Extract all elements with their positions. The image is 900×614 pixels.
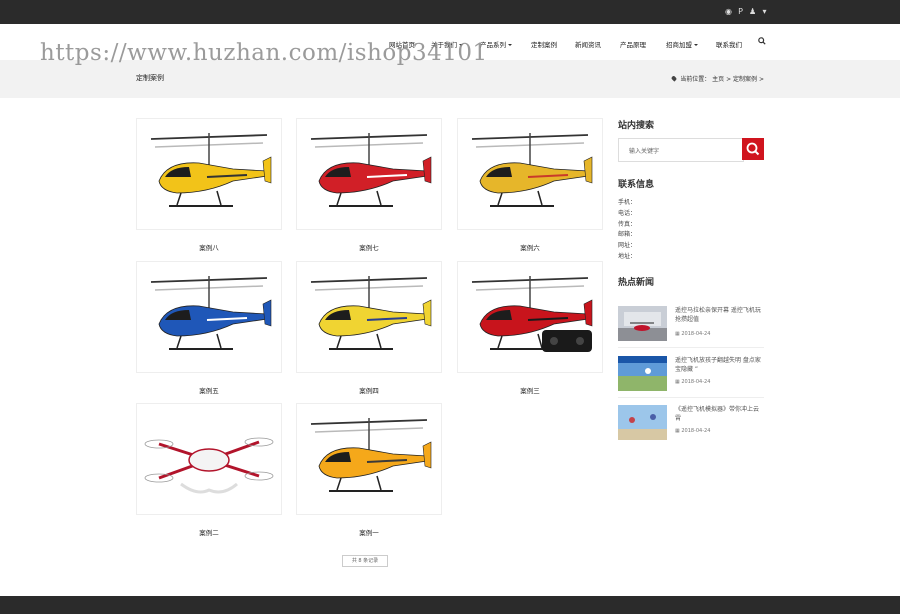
- nav-item-news[interactable]: 新闻资讯: [575, 39, 601, 49]
- case-image[interactable]: [136, 403, 282, 515]
- helicopter-image: [471, 133, 593, 207]
- top-bar: ◉ P ♟ ▾: [0, 0, 900, 24]
- helicopter-image: [310, 418, 432, 492]
- case-image[interactable]: [296, 403, 442, 515]
- case-card[interactable]: 案例四: [296, 261, 442, 395]
- news-date-text: 2018-04-24: [681, 379, 711, 385]
- contact-website: 网址：: [618, 242, 637, 250]
- case-title[interactable]: 案例二: [136, 527, 282, 537]
- paypal-icon[interactable]: P: [737, 7, 744, 16]
- news-item[interactable]: 遥控飞机放孩子翻越失明 盘点家宝隐藏 ” ▦ 2018-04-24: [618, 356, 764, 400]
- helicopter-image: [150, 133, 272, 207]
- news-item-title[interactable]: 《遥控飞机模拟器》带你冲上云霄: [675, 405, 763, 423]
- case-image[interactable]: [457, 261, 603, 373]
- search-input[interactable]: 输入关键字: [618, 138, 744, 162]
- case-title[interactable]: 案例四: [296, 385, 442, 395]
- news-item[interactable]: 遥控马拉松亲保开幕 遥控飞机玩抢攒超值 ▦ 2018-04-24: [618, 306, 764, 350]
- case-title[interactable]: 案例七: [296, 242, 442, 252]
- case-card[interactable]: 案例七: [296, 118, 442, 252]
- search-button[interactable]: [742, 138, 764, 160]
- news-thumbnail: [618, 356, 667, 391]
- drone-image: [144, 437, 274, 494]
- news-date-text: 2018-04-24: [681, 331, 711, 337]
- nav-item-label: 联系我们: [716, 41, 742, 49]
- news-item[interactable]: 《遥控飞机模拟器》带你冲上云霄 ▦ 2018-04-24: [618, 405, 764, 449]
- divider: [618, 347, 764, 348]
- case-title[interactable]: 案例八: [136, 242, 282, 252]
- case-image[interactable]: [296, 118, 442, 230]
- cart-icon[interactable]: ▾: [761, 7, 768, 16]
- location-pin-icon: [671, 75, 678, 82]
- case-image[interactable]: [296, 261, 442, 373]
- divider: [618, 397, 764, 398]
- case-title[interactable]: 案例一: [296, 527, 442, 537]
- case-title[interactable]: 案例六: [457, 242, 603, 252]
- breadcrumb-home-link[interactable]: 主页: [712, 76, 724, 83]
- news-item-date: ▦ 2018-04-24: [675, 331, 711, 337]
- search-icon[interactable]: [758, 37, 766, 47]
- nav-item-cases[interactable]: 定制案例: [531, 39, 557, 49]
- nav-item-contact[interactable]: 联系我们: [716, 39, 742, 49]
- case-card[interactable]: 案例二: [136, 403, 282, 537]
- nav-item-franchise[interactable]: 招商加盟: [666, 39, 698, 49]
- contact-fax: 传真：: [618, 220, 637, 228]
- breadcrumb-prefix: 当前位置：: [680, 76, 711, 83]
- page-title: 定制案例: [136, 74, 164, 82]
- nav-item-principle[interactable]: 产品原理: [620, 39, 646, 49]
- news-section: 热点新闻: [618, 275, 654, 288]
- helicopter-image: [471, 276, 593, 352]
- case-card[interactable]: 案例一: [296, 403, 442, 537]
- nav-item-label: 定制案例: [531, 41, 557, 49]
- watermark: https://www.huzhan.com/ishop34101: [40, 40, 488, 66]
- footer-bar: [0, 596, 900, 614]
- helicopter-image: [310, 133, 432, 207]
- news-item-date: ▦ 2018-04-24: [675, 379, 711, 385]
- nav-item-label: 新闻资讯: [575, 41, 601, 49]
- news-thumbnail: [618, 405, 667, 440]
- breadcrumb-current-link[interactable]: 定制案例: [733, 76, 757, 83]
- news-thumbnail: [618, 306, 667, 341]
- case-image[interactable]: [136, 118, 282, 230]
- contact-list: 手机： 电话： 传真： 邮箱： 网址： 地址：: [618, 198, 636, 263]
- nav-item-label: 招商加盟: [666, 41, 692, 49]
- helicopter-image: [150, 276, 272, 350]
- case-image[interactable]: [457, 118, 603, 230]
- nav-item-label: 产品原理: [620, 41, 646, 49]
- case-card[interactable]: 案例六: [457, 118, 603, 252]
- qq-icon[interactable]: ♟: [749, 7, 756, 16]
- case-card[interactable]: 案例三: [457, 261, 603, 395]
- search-placeholder: 输入关键字: [629, 148, 660, 155]
- news-title: 热点新闻: [618, 278, 655, 288]
- news-item-title[interactable]: 遥控马拉松亲保开幕 遥控飞机玩抢攒超值: [675, 306, 763, 324]
- helicopter-image: [310, 276, 432, 350]
- search-icon: [746, 142, 760, 156]
- weibo-icon[interactable]: ◉: [725, 7, 732, 16]
- search-section: 站内搜索: [618, 118, 654, 131]
- contact-address: 地址：: [618, 252, 637, 260]
- contact-tel: 电话：: [618, 209, 637, 217]
- pagination-summary: 共 8 条记录: [342, 555, 388, 567]
- news-item-title[interactable]: 遥控飞机放孩子翻越失明 盘点家宝隐藏 ”: [675, 356, 763, 374]
- case-card[interactable]: 案例八: [136, 118, 282, 252]
- case-title[interactable]: 案例五: [136, 385, 282, 395]
- case-card[interactable]: 案例五: [136, 261, 282, 395]
- breadcrumb: 当前位置： 主页 > 定制案例 >: [671, 74, 764, 83]
- news-date-text: 2018-04-24: [681, 428, 711, 434]
- breadcrumb-separator: >: [758, 76, 764, 83]
- contact-phone: 手机：: [618, 199, 637, 206]
- top-icons: ◉ P ♟ ▾: [725, 7, 768, 16]
- caret-down-icon: [694, 44, 698, 46]
- case-image[interactable]: [136, 261, 282, 373]
- contact-title: 联系信息: [618, 180, 655, 190]
- caret-down-icon: [508, 44, 512, 46]
- news-item-date: ▦ 2018-04-24: [675, 428, 711, 434]
- contact-section: 联系信息: [618, 177, 654, 190]
- search-title: 站内搜索: [618, 121, 655, 131]
- case-title[interactable]: 案例三: [457, 385, 603, 395]
- breadcrumb-separator: >: [726, 76, 732, 83]
- contact-email: 邮箱：: [618, 231, 637, 239]
